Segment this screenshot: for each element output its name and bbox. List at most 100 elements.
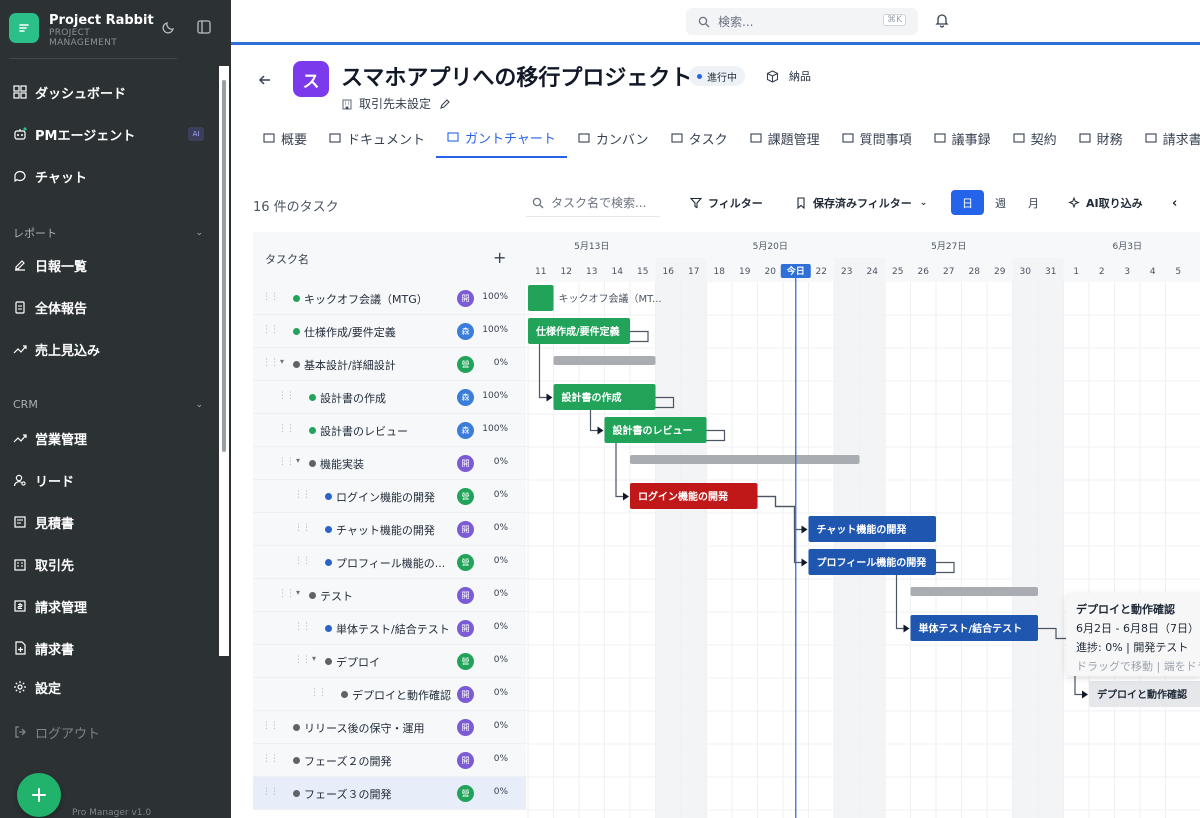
task-row[interactable]: ⋮⋮ 設計書のレビュー 森 100%: [253, 414, 526, 447]
section-crm[interactable]: CRM ⌄: [13, 398, 203, 411]
sidebar-item-1-top[interactable]: PMエージェント: [13, 123, 135, 145]
tab-7[interactable]: 議事録: [923, 122, 1002, 154]
task-row[interactable]: ⋮⋮ チャット機能の開発 開 0%: [253, 513, 526, 546]
add-button[interactable]: [17, 773, 61, 817]
sidebar-item-6-crm[interactable]: 設定: [13, 676, 61, 698]
drag-handle-icon[interactable]: ⋮⋮: [262, 721, 279, 731]
scroll-left-button[interactable]: ‹: [1172, 192, 1177, 214]
task-row[interactable]: ⋮⋮ ▾ 基本設計/詳細設計 營 0%: [253, 348, 526, 381]
assignee-avatar[interactable]: 開: [457, 521, 474, 538]
drag-handle-icon[interactable]: ⋮⋮: [294, 622, 311, 632]
drag-handle-icon[interactable]: ⋮⋮: [262, 292, 279, 302]
chevron-down-icon[interactable]: ▾: [296, 456, 300, 465]
tab-10[interactable]: 請求書: [1134, 122, 1200, 154]
tab-8[interactable]: 契約: [1002, 122, 1068, 154]
drag-handle-icon[interactable]: ⋮⋮: [262, 754, 279, 764]
sidebar-item-2-report[interactable]: 売上見込み: [13, 338, 100, 360]
summary-bar[interactable]: [630, 455, 860, 464]
chevron-down-icon[interactable]: ▾: [296, 588, 300, 597]
client-field[interactable]: 取引先未設定: [341, 95, 451, 112]
drag-handle-icon[interactable]: ⋮⋮: [278, 457, 295, 467]
view-option-2[interactable]: 月: [1017, 190, 1050, 215]
sidebar-item-1-crm[interactable]: リード: [13, 469, 74, 491]
drag-handle-icon[interactable]: ⋮⋮: [310, 688, 327, 698]
sidebar-item-2-top[interactable]: チャット: [13, 165, 87, 187]
tab-3[interactable]: カンバン: [567, 122, 660, 154]
tab-5[interactable]: 課題管理: [739, 122, 831, 154]
assignee-avatar[interactable]: 森: [457, 389, 474, 406]
assignee-avatar[interactable]: 營: [457, 488, 474, 505]
collapse-sidebar-icon[interactable]: [195, 18, 213, 36]
assignee-avatar[interactable]: 開: [457, 686, 474, 703]
assignee-avatar[interactable]: 營: [457, 554, 474, 571]
sidebar-item-1-report[interactable]: 全体報告: [13, 296, 87, 318]
assignee-avatar[interactable]: 森: [457, 323, 474, 340]
notification-bell-icon[interactable]: [934, 12, 950, 28]
drag-handle-icon[interactable]: ⋮⋮: [294, 490, 311, 500]
assignee-avatar[interactable]: 營: [457, 356, 474, 373]
theme-toggle-icon[interactable]: [160, 18, 178, 36]
task-row[interactable]: ⋮⋮ 設計書の作成 森 100%: [253, 381, 526, 414]
sidebar-item-4-crm[interactable]: 請求管理: [13, 595, 87, 617]
drag-handle-icon[interactable]: ⋮⋮: [262, 358, 279, 368]
task-row[interactable]: ⋮⋮ ▾ 機能実装 開 0%: [253, 447, 526, 480]
drag-handle-icon[interactable]: ⋮⋮: [294, 556, 311, 566]
task-row[interactable]: ⋮⋮ デプロイと動作確認開 0%: [253, 678, 526, 711]
task-row[interactable]: ⋮⋮ 仕様作成/要件定義 森 100%: [253, 315, 526, 348]
sidebar-item-5-crm[interactable]: 請求書: [13, 637, 74, 659]
sidebar-item-3-crm[interactable]: 取引先: [13, 553, 74, 575]
assignee-avatar[interactable]: 開: [457, 587, 474, 604]
task-bar[interactable]: [528, 285, 554, 311]
sidebar-scrollbar[interactable]: [219, 66, 229, 656]
sidebar-item-2-crm[interactable]: 見積書: [13, 511, 74, 533]
drag-handle-icon[interactable]: ⋮⋮: [294, 655, 311, 665]
tab-2[interactable]: ガントチャート: [436, 122, 567, 158]
task-row[interactable]: ⋮⋮ プロフィール機能の... 營 0%: [253, 546, 526, 579]
edit-pencil-icon[interactable]: [439, 98, 451, 110]
task-row[interactable]: ⋮⋮ フェーズ３の開発 營 0%: [253, 777, 526, 810]
assignee-avatar[interactable]: 開: [457, 752, 474, 769]
ai-import-button[interactable]: AI取り込み: [1068, 192, 1143, 214]
task-row[interactable]: ⋮⋮ キックオフ会議（MTG） 開 100%: [253, 282, 526, 315]
drag-handle-icon[interactable]: ⋮⋮: [262, 325, 279, 335]
brand[interactable]: Project Rabbit PROJECT MANAGEMENT: [9, 13, 154, 48]
drag-handle-icon[interactable]: ⋮⋮: [278, 391, 295, 401]
assignee-avatar[interactable]: 開: [457, 290, 474, 307]
summary-bar[interactable]: [910, 587, 1039, 596]
drag-handle-icon[interactable]: ⋮⋮: [278, 589, 295, 599]
task-row[interactable]: ⋮⋮ ログイン機能の開発 營 0%: [253, 480, 526, 513]
chevron-down-icon[interactable]: ▾: [280, 357, 284, 366]
tab-0[interactable]: 概要: [252, 122, 318, 154]
view-option-0[interactable]: 日: [951, 190, 984, 215]
task-search-input[interactable]: タスク名で検索...: [526, 189, 660, 217]
task-row[interactable]: ⋮⋮ フェーズ２の開発 開 0%: [253, 744, 526, 777]
summary-bar[interactable]: [553, 356, 656, 365]
sidebar-item-0-crm[interactable]: 営業管理: [13, 427, 87, 449]
gantt-canvas[interactable]: 1112131415161718192021222324252627282930…: [526, 232, 1200, 818]
add-task-icon[interactable]: +: [493, 248, 506, 267]
sidebar-item-0-report[interactable]: 日報一覧: [13, 254, 87, 276]
tab-6[interactable]: 質問事項: [831, 122, 923, 154]
task-row[interactable]: ⋮⋮ ▾ デプロイ 營 0%: [253, 645, 526, 678]
assignee-avatar[interactable]: 營: [457, 785, 474, 802]
assignee-avatar[interactable]: 森: [457, 422, 474, 439]
tab-4[interactable]: タスク: [660, 122, 739, 154]
saved-filter-dropdown[interactable]: 保存済みフィルター ⌄: [795, 192, 927, 214]
assignee-avatar[interactable]: 開: [457, 719, 474, 736]
section-report[interactable]: レポート ⌄: [13, 225, 203, 241]
gantt-chart[interactable]: 1112131415161718192021222324252627282930…: [526, 232, 1200, 818]
tab-1[interactable]: ドキュメント: [318, 122, 436, 154]
logout-button[interactable]: ログアウト: [13, 721, 100, 743]
drag-handle-icon[interactable]: ⋮⋮: [262, 787, 279, 797]
task-row[interactable]: ⋮⋮ リリース後の保守・運用 開 0%: [253, 711, 526, 744]
delivery-button[interactable]: 納品: [766, 68, 811, 84]
assignee-avatar[interactable]: 開: [457, 455, 474, 472]
task-row[interactable]: ⋮⋮ 単体テスト/結合テスト開 0%: [253, 612, 526, 645]
tab-9[interactable]: 財務: [1068, 122, 1134, 154]
back-arrow-icon[interactable]: [257, 72, 273, 88]
assignee-avatar[interactable]: 開: [457, 620, 474, 637]
chevron-down-icon[interactable]: ▾: [312, 654, 316, 663]
assignee-avatar[interactable]: 營: [457, 653, 474, 670]
sidebar-item-0-top[interactable]: ダッシュボード: [13, 81, 126, 103]
view-option-1[interactable]: 週: [984, 190, 1017, 215]
